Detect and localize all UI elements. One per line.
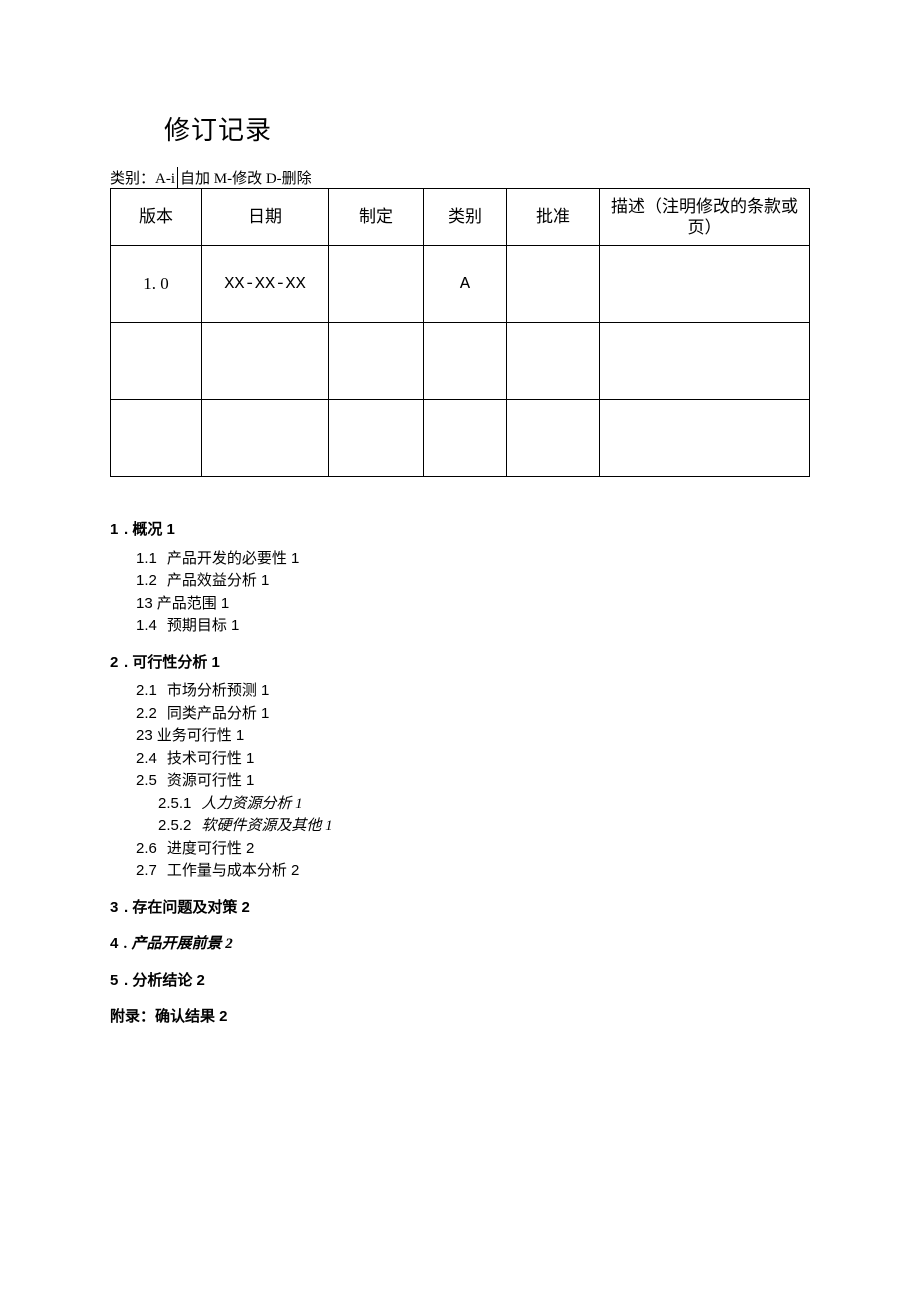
toc-entry: 2.2 同类产品分析 1	[136, 703, 810, 726]
header-description: 描述（注明修改的条款或 页）	[600, 189, 810, 246]
toc-entry: 1. 概况 1	[110, 519, 810, 542]
revision-table: 版本 日期 制定 类别 批准 描述（注明修改的条款或 页） 1. 0 XX-XX…	[110, 188, 810, 477]
toc-number: 2.5.2	[158, 817, 191, 834]
toc-text: 市场分析预测 1	[167, 682, 270, 699]
toc-text: . 可行性分析 1	[124, 654, 220, 671]
legend-prefix: 类别：A-i	[110, 167, 178, 188]
toc-entry: 2. 可行性分析 1	[110, 652, 810, 675]
cell-maker	[329, 323, 424, 400]
toc-text: 产品范围 1	[157, 595, 230, 612]
toc-entry: 2.4 技术可行性 1	[136, 748, 810, 771]
toc-text: . 产品开展前景 2	[124, 936, 233, 952]
toc-number: 1.2	[136, 572, 157, 589]
table-row	[111, 400, 810, 477]
header-maker: 制定	[329, 189, 424, 246]
toc-number: 2.5.1	[158, 795, 191, 812]
toc-number: 3	[110, 897, 124, 920]
toc-number: 5	[110, 970, 124, 993]
table-row: 1. 0 XX-XX-XX A	[111, 246, 810, 323]
document-page: 修订记录 类别：A-i 自加 M-修改 D-删除 版本 日期 制定 类别 批准 …	[0, 0, 920, 1301]
toc-text: 软硬件资源及其他 1	[201, 818, 332, 834]
toc-number: 13	[136, 595, 153, 612]
toc-entry: 1.1 产品开发的必要性 1	[136, 548, 810, 571]
header-desc-line1: 描述（注明修改的条款或	[611, 197, 798, 216]
toc-text: 产品开发的必要性 1	[167, 550, 300, 567]
header-date: 日期	[202, 189, 329, 246]
toc-text: 预期目标 1	[167, 617, 240, 634]
cell-maker	[329, 400, 424, 477]
table-of-contents: 1. 概况 11.1产品开发的必要性 11.2产品效益分析 113产品范围 11…	[110, 519, 810, 1029]
cell-date: XX-XX-XX	[202, 246, 329, 323]
toc-text: 资源可行性 1	[167, 772, 255, 789]
toc-text: 同类产品分析 1	[167, 705, 270, 722]
legend-rest: 自加 M-修改 D-删除	[178, 167, 312, 188]
toc-text: 业务可行性 1	[157, 727, 245, 744]
toc-text: 工作量与成本分析 2	[167, 862, 300, 879]
header-desc-line2: 页）	[688, 218, 722, 237]
toc-number: 2.4	[136, 750, 157, 767]
page-title: 修订记录	[164, 110, 810, 147]
cell-date	[202, 400, 329, 477]
toc-entry: 2.5.2 软硬件资源及其他 1	[158, 815, 810, 838]
toc-number: 2.6	[136, 840, 157, 857]
cell-category	[424, 400, 507, 477]
cell-desc	[600, 400, 810, 477]
cell-version	[111, 400, 202, 477]
toc-entry: 2.5.1 人力资源分析 1	[158, 793, 810, 816]
toc-number: 4	[110, 933, 124, 956]
toc-entry: 23业务可行性 1	[136, 725, 810, 748]
toc-entry: 2.1 市场分析预测 1	[136, 680, 810, 703]
toc-number: 2.2	[136, 705, 157, 722]
toc-number: 1.1	[136, 550, 157, 567]
toc-entry: 2.6 进度可行性 2	[136, 838, 810, 861]
header-category: 类别	[424, 189, 507, 246]
toc-entry: 1.4 预期目标 1	[136, 615, 810, 638]
toc-entry: 附录：确认结果 2	[110, 1006, 810, 1029]
toc-entry: 3. 存在问题及对策 2	[110, 897, 810, 920]
cell-maker	[329, 246, 424, 323]
toc-text: . 存在问题及对策 2	[124, 899, 250, 916]
cell-approval	[507, 400, 600, 477]
header-approval: 批准	[507, 189, 600, 246]
toc-number: 2.1	[136, 682, 157, 699]
cell-approval	[507, 323, 600, 400]
toc-number: 1	[110, 519, 124, 542]
toc-text: . 概况 1	[124, 521, 175, 538]
toc-text: 进度可行性 2	[167, 840, 255, 857]
cell-desc	[600, 246, 810, 323]
toc-text: 产品效益分析 1	[167, 572, 270, 589]
toc-text: 技术可行性 1	[167, 750, 255, 767]
toc-number: 23	[136, 727, 153, 744]
table-row	[111, 323, 810, 400]
toc-number: 2.7	[136, 862, 157, 879]
toc-entry: 4. 产品开展前景 2	[110, 933, 810, 956]
cell-desc	[600, 323, 810, 400]
toc-entry: 2.5 资源可行性 1	[136, 770, 810, 793]
toc-number: 2	[110, 652, 124, 675]
cell-approval	[507, 246, 600, 323]
cell-date	[202, 323, 329, 400]
toc-entry: 5. 分析结论 2	[110, 970, 810, 993]
toc-text: 人力资源分析 1	[201, 796, 302, 812]
toc-entry: 2.7 工作量与成本分析 2	[136, 860, 810, 883]
toc-entry: 13产品范围 1	[136, 593, 810, 616]
cell-category	[424, 323, 507, 400]
category-legend: 类别：A-i 自加 M-修改 D-删除	[110, 167, 810, 188]
toc-text: . 分析结论 2	[124, 972, 205, 989]
cell-version: 1. 0	[111, 246, 202, 323]
header-version: 版本	[111, 189, 202, 246]
cell-version	[111, 323, 202, 400]
table-header-row: 版本 日期 制定 类别 批准 描述（注明修改的条款或 页）	[111, 189, 810, 246]
toc-number: 2.5	[136, 772, 157, 789]
toc-number: 1.4	[136, 617, 157, 634]
cell-category: A	[424, 246, 507, 323]
toc-entry: 1.2 产品效益分析 1	[136, 570, 810, 593]
